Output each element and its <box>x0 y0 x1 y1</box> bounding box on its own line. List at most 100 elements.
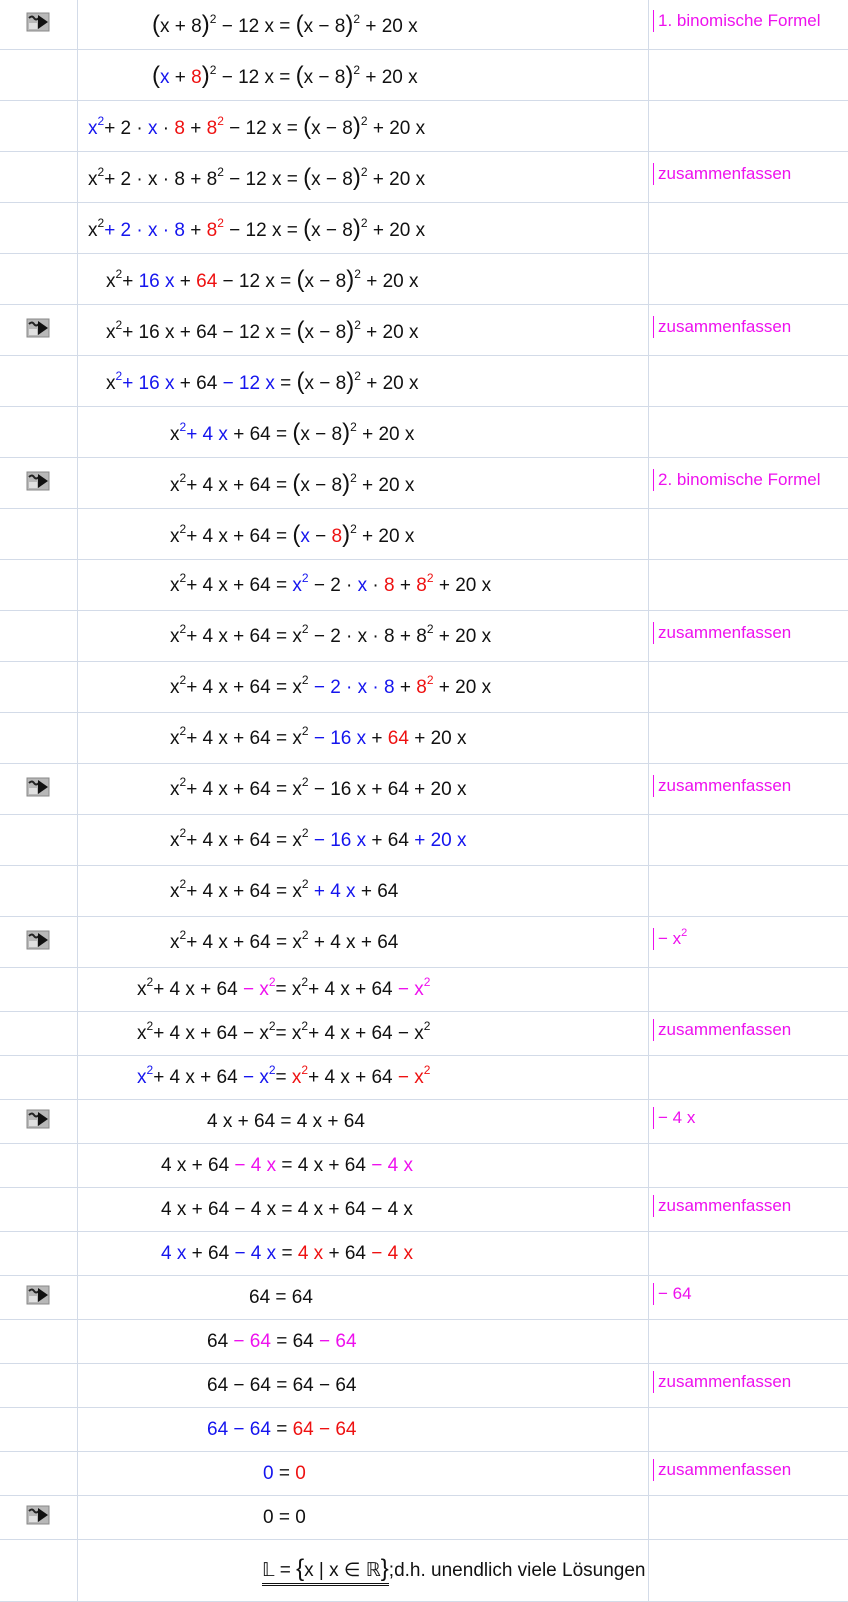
term: + 4 x + 64 − x <box>153 1023 269 1044</box>
term: + <box>366 728 388 749</box>
equation: x2+ 4 x + 64 = x2 − 2 · x · 8 + 82 + 20 … <box>170 673 491 700</box>
term: x <box>170 881 180 902</box>
exponent: 2 <box>350 522 357 536</box>
step-annotation: zusammenfassen <box>653 316 791 338</box>
step-annotation: 2. binomische Formel <box>653 469 821 491</box>
term: x <box>106 322 116 343</box>
term: x <box>170 626 180 647</box>
term: x <box>88 118 98 139</box>
worksheet: (x + 8)2 − 12 x = (x − 8)2 + 20 x 1. bino… <box>0 0 848 1602</box>
term: x <box>148 118 158 139</box>
equation: 0 = 0 <box>263 1506 306 1530</box>
equation-row: x2+ 4 x + 64 = x2 − 16 x + 64 + 20 x <box>0 815 848 866</box>
term: x − 8 <box>304 373 347 394</box>
term: 64 <box>387 728 409 749</box>
equation-row: x2+ 2 · x · 8 + 82 − 12 x = (x − 8)2 + 2… <box>0 152 848 203</box>
term: + 2 · <box>104 118 149 139</box>
equation-row: x2+ 4 x + 64 = x2 − 2 · x · 8 + 82 + 20 … <box>0 560 848 611</box>
term: − 12 x = <box>216 67 296 88</box>
step-annotation: − x2 <box>653 928 687 950</box>
term: x <box>292 575 302 596</box>
term: x <box>106 271 116 292</box>
term: − 64 <box>233 1331 271 1352</box>
go-arrow-icon[interactable] <box>26 470 50 492</box>
go-arrow-icon[interactable] <box>26 317 50 339</box>
term: + 16 x <box>122 373 175 394</box>
term: + 64 <box>355 881 399 902</box>
exponent: 2 <box>268 1019 276 1033</box>
term: x <box>137 1067 147 1088</box>
go-arrow-icon[interactable] <box>26 1108 50 1130</box>
term: − 12 x = <box>223 169 304 190</box>
exponent: 2 <box>301 826 309 840</box>
parenthesis: ) <box>342 521 351 548</box>
term: x <box>88 220 98 241</box>
term: − 16 x <box>313 728 367 749</box>
exponent: 2 <box>423 1063 431 1077</box>
solution-close: } <box>380 1555 389 1582</box>
go-arrow-icon[interactable] <box>26 929 50 951</box>
term: x <box>160 67 170 88</box>
term: 8 <box>206 220 218 241</box>
parenthesis: ) <box>352 164 361 191</box>
go-arrow-icon[interactable] <box>26 11 50 33</box>
term: + 4 x <box>186 424 228 445</box>
term: − x <box>242 1067 269 1088</box>
term: − 12 x <box>222 373 275 394</box>
term: + 4 x + 64 <box>308 932 399 953</box>
term: − x <box>242 979 269 1000</box>
go-arrow-icon[interactable] <box>26 776 50 798</box>
term: x − 8 <box>304 322 347 343</box>
exponent: 2 <box>360 114 368 128</box>
term: x <box>170 424 180 445</box>
term: 8 <box>331 526 343 547</box>
term: 4 x + 64 = 4 x + 64 <box>207 1111 365 1132</box>
annotation-text: − x <box>658 929 682 948</box>
term: − x <box>397 1067 424 1088</box>
term: − 12 x = <box>223 118 304 139</box>
exponent: 2 <box>301 673 309 687</box>
term: + 20 x <box>360 373 419 394</box>
term: − 4 x <box>371 1155 413 1176</box>
exponent: 2 <box>301 877 309 891</box>
term: − 64 <box>319 1331 357 1352</box>
equation-row: x2+ 2 · x · 8 + 82 − 12 x = (x − 8)2 + 2… <box>0 203 848 254</box>
term: + 64 <box>323 1243 372 1264</box>
term: + 4 x + 64 = x <box>186 728 302 749</box>
term: + 20 x <box>433 575 492 596</box>
go-arrow-icon[interactable] <box>26 1504 50 1526</box>
equation: x2+ 4 x + 64 − x2= x2+ 4 x + 64 − x2 <box>137 976 430 1002</box>
term: + <box>394 677 417 698</box>
parenthesis: ( <box>152 62 160 89</box>
exponent: 2 <box>301 928 309 942</box>
parenthesis: ) <box>342 470 351 497</box>
term: − 4 x <box>234 1243 277 1264</box>
equation: 64 = 64 <box>249 1286 313 1310</box>
exponent: 2 <box>354 318 361 332</box>
equation: x2+ 4 x + 64 = x2 − 16 x + 64 + 20 x <box>170 826 467 853</box>
equation: x2+ 4 x + 64 = x2 − 2 · x · 8 + 82 + 20 … <box>170 622 491 649</box>
term: x − 8 <box>311 169 353 190</box>
go-arrow-icon[interactable] <box>26 1284 50 1306</box>
exponent: 2 <box>354 267 361 281</box>
term: 4 x <box>297 1243 324 1264</box>
solution-bar: | <box>313 1560 330 1581</box>
equation-row: 0 = 0 zusammenfassen <box>0 1452 848 1496</box>
term: 64 − 64 <box>207 1419 271 1440</box>
term: + <box>122 271 139 292</box>
term: = <box>275 1067 292 1088</box>
equation: x2+ 4 x + 64 = x2 + 4 x + 64 <box>170 877 399 904</box>
term: + 20 x <box>360 16 418 37</box>
term: = <box>270 1419 293 1440</box>
term: 0 <box>295 1463 306 1484</box>
solution-eq-sign: = <box>274 1560 297 1581</box>
solution-cond: x ∈ ℝ <box>329 1560 381 1581</box>
term: · <box>367 575 385 596</box>
term: + 64 = <box>227 424 293 445</box>
equation-row: x2+ 4 x + 64 = x2 + 4 x + 64− x2 <box>0 917 848 968</box>
parenthesis: ( <box>296 266 305 293</box>
equation-row: x2+ 2 · x · 8 + 82 − 12 x = (x − 8)2 + 2… <box>0 101 848 152</box>
term: + 20 x <box>408 728 467 749</box>
exponent: 2 <box>301 622 309 636</box>
equation-row: x2+ 4 x + 64 = x2 − 16 x + 64 + 20 x <box>0 713 848 764</box>
